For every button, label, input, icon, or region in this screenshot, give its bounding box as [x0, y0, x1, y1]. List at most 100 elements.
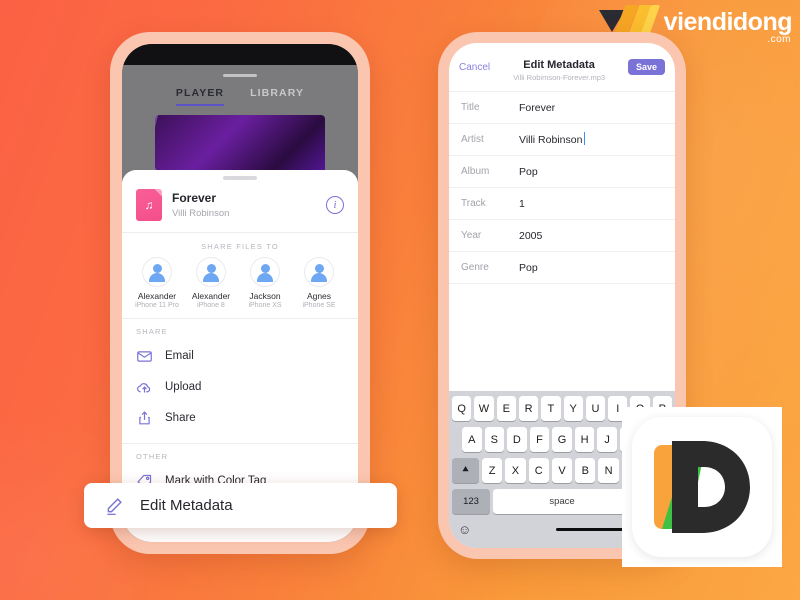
menu-item-upload[interactable]: Upload [122, 372, 358, 403]
key-x[interactable]: X [505, 458, 526, 483]
logo-word: viendidong [663, 7, 793, 36]
header-titles: Edit Metadata Villi Robimson-Forever.mp3 [490, 59, 628, 82]
field-label: Album [461, 166, 490, 177]
numbers-key[interactable]: 123 [452, 489, 490, 514]
contact-device: iPhone SE [302, 301, 336, 309]
contact-device: iPhone 11 Pro [135, 301, 179, 309]
field-label: Year [461, 230, 482, 241]
menu-item-label: Email [165, 350, 194, 363]
field-row-album[interactable]: Album Pop [449, 156, 675, 188]
left-phone-mockup: PLAYER LIBRARY ♫ Forever Villi Robinson [110, 32, 370, 554]
album-artwork [155, 115, 325, 175]
contact-device: iPhone XS [248, 301, 282, 309]
metadata-form: Title Forever Artist Villi Robinson Albu… [449, 92, 675, 391]
documents-app-icon [622, 407, 782, 567]
key-d[interactable]: D [507, 427, 527, 452]
contact-name: Alexander [137, 290, 177, 301]
song-artist: Villi Robinson [172, 207, 230, 219]
contact-list: Alexander iPhone 11 Pro Alexander iPhone… [122, 256, 358, 309]
field-label: Genre [461, 262, 489, 273]
song-summary-row: ♫ Forever Villi Robinson i [122, 180, 358, 233]
contact-item[interactable]: Yi iPad [348, 257, 358, 309]
logo-wordmark: viendidong .com [663, 7, 793, 44]
key-w[interactable]: W [474, 396, 494, 421]
contact-name: Yi [348, 291, 358, 301]
key-g[interactable]: G [552, 427, 572, 452]
page-title: Edit Metadata [523, 59, 595, 71]
tab-library[interactable]: LIBRARY [250, 87, 304, 106]
field-label: Track [461, 198, 486, 209]
logo-dotcom: .com [767, 33, 791, 45]
menu-item-email[interactable]: Email [122, 341, 358, 372]
song-meta: Forever Villi Robinson [172, 191, 316, 219]
contact-name: Jackson [249, 290, 281, 301]
contact-item[interactable]: Jackson iPhone XS [240, 256, 290, 309]
field-value-title[interactable]: Forever [519, 102, 555, 114]
space-key[interactable]: space [493, 489, 631, 514]
key-z[interactable]: Z [482, 458, 503, 483]
key-r[interactable]: R [518, 396, 539, 421]
edit-metadata-header: Cancel Edit Metadata Villi Robimson-Fore… [449, 43, 675, 92]
key-b[interactable]: B [575, 458, 596, 483]
edit-metadata-callout[interactable]: Edit Metadata [84, 483, 397, 528]
key-q[interactable]: Q [452, 396, 472, 421]
field-row-track[interactable]: Track 1 [449, 188, 675, 220]
key-c[interactable]: C [528, 458, 549, 483]
share-export-icon [136, 410, 153, 427]
contact-item[interactable]: Agnes iPhone SE [294, 256, 344, 309]
sheet-grab-handle[interactable] [223, 74, 257, 77]
left-phone-screen: PLAYER LIBRARY ♫ Forever Villi Robinson [122, 44, 358, 542]
avatar [304, 256, 334, 287]
envelope-icon [136, 348, 153, 365]
field-row-year[interactable]: Year 2005 [449, 220, 675, 252]
file-fold-corner [154, 188, 162, 197]
menu-item-share[interactable]: Share [122, 403, 358, 434]
contact-device: iPhone 8 [197, 301, 225, 309]
phone-notch [181, 44, 299, 65]
file-name-subtitle: Villi Robimson-Forever.mp3 [513, 73, 606, 82]
player-tab-bar: PLAYER LIBRARY [122, 87, 358, 106]
key-a[interactable]: A [461, 427, 482, 452]
key-j[interactable]: J [597, 427, 617, 452]
field-row-genre[interactable]: Genre Pop [449, 252, 675, 284]
shift-arrow-icon[interactable]: ⯅ [452, 458, 480, 483]
key-h[interactable]: H [574, 427, 595, 452]
share-files-to-label: SHARE FILES TO [201, 241, 279, 251]
field-value-genre[interactable]: Pop [519, 262, 538, 274]
cancel-button[interactable]: Cancel [459, 59, 490, 73]
field-label: Artist [461, 134, 484, 145]
contact-name: Agnes [306, 290, 332, 301]
app-icon-tile [632, 417, 772, 557]
edit-metadata-label: Edit Metadata [140, 497, 233, 514]
field-value-artist[interactable]: Villi Robinson [519, 131, 586, 146]
key-s[interactable]: S [484, 427, 505, 452]
pencil-edit-icon [104, 496, 124, 516]
contact-item[interactable]: Alexander iPhone 8 [186, 256, 236, 309]
menu-item-label: Upload [165, 381, 202, 394]
key-u[interactable]: U [585, 396, 606, 421]
key-n[interactable]: N [598, 458, 619, 483]
key-y[interactable]: Y [563, 396, 583, 421]
emoji-smiley-icon[interactable]: ☺ [458, 522, 471, 537]
letter-d-logo-icon [654, 441, 750, 533]
tab-player[interactable]: PLAYER [175, 87, 225, 106]
contact-name: Alexander [191, 290, 231, 301]
avatar [196, 256, 226, 287]
field-row-artist[interactable]: Artist Villi Robinson [449, 124, 675, 156]
field-value-track[interactable]: 1 [519, 198, 525, 210]
key-t[interactable]: T [541, 396, 561, 421]
save-button[interactable]: Save [627, 59, 665, 75]
contact-device: iPad [348, 302, 358, 309]
key-v[interactable]: V [551, 458, 573, 483]
info-circle-icon[interactable]: i [326, 195, 344, 214]
music-note-glyph: ♫ [144, 197, 154, 212]
field-value-year[interactable]: 2005 [519, 230, 542, 242]
key-e[interactable]: E [496, 396, 516, 421]
field-row-title[interactable]: Title Forever [449, 92, 675, 124]
song-title: Forever [172, 190, 217, 205]
share-section-label: SHARE [136, 326, 168, 336]
contact-item[interactable]: Alexander iPhone 11 Pro [132, 256, 182, 309]
avatar [142, 256, 172, 287]
key-f[interactable]: F [529, 427, 550, 452]
field-value-album[interactable]: Pop [519, 166, 538, 178]
